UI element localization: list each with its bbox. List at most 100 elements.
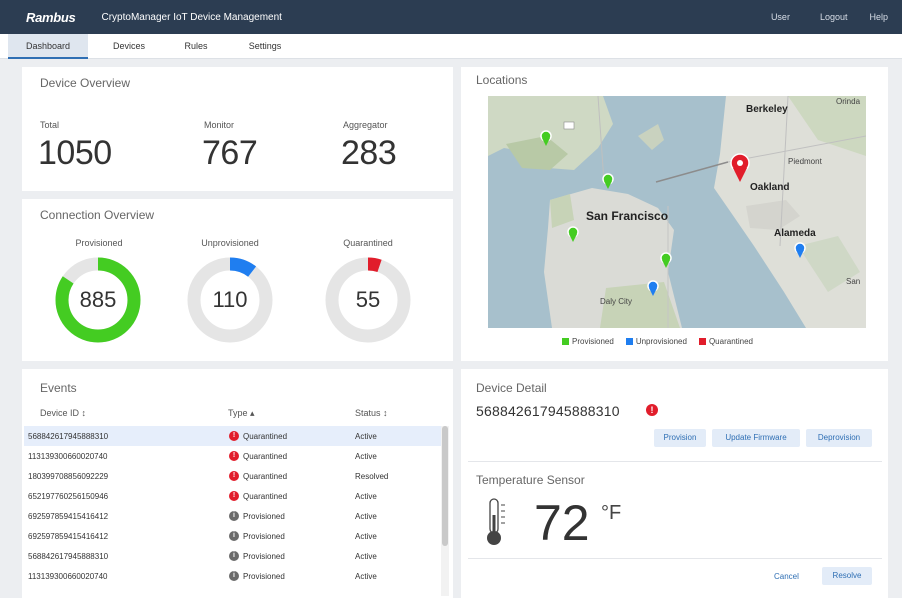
row-status: Active [355,552,377,561]
map-highway-shield [563,121,575,130]
help-link[interactable]: Help [869,12,888,22]
map-label-orinda: Orinda [836,97,861,106]
row-type: Provisioned [243,512,285,521]
cancel-button[interactable]: Cancel [774,572,799,581]
alert-icon: ! [229,491,239,501]
table-row[interactable]: 692597859415416412 i Provisioned Active [24,506,443,526]
temperature-sensor-title: Temperature Sensor [476,473,585,487]
legend-quarantined: Quarantined [698,337,753,346]
device-detail-id: 568842617945888310 [476,403,620,419]
legend-provisioned: Provisioned [562,337,614,346]
table-row[interactable]: 692597859415416412 i Provisioned Active [24,526,443,546]
row-device-id: 692597859415416412 [28,512,109,521]
resolve-button[interactable]: Resolve [822,567,872,585]
row-status: Active [355,512,377,521]
row-status: Active [355,452,377,461]
device-overview-title: Device Overview [40,76,131,90]
row-status: Active [355,432,377,441]
table-row[interactable]: 180399708856092229! Quarantined Resolved [24,466,443,486]
map-label-oakland: Oakland [750,182,789,193]
row-status: Active [355,492,377,501]
table-row[interactable]: 113139300660020740 i Provisioned Active [24,566,443,586]
row-type: Provisioned [243,532,285,541]
user-link[interactable]: User [771,12,790,22]
info-icon: i [229,571,239,581]
row-status: Resolved [355,472,389,481]
row-device-id: 180399708856092229 [28,472,109,481]
row-device-id: 113139300660020740 [28,452,108,461]
map-label-alameda: Alameda [774,228,816,239]
map-label-piedmont: Piedmont [788,157,823,166]
connection-overview-title: Connection Overview [40,208,155,222]
donut-unprovisioned-label: Unprovisioned [201,238,259,248]
map-legend: Provisioned Unprovisioned Quarantined [562,337,765,346]
row-device-id: 568842617945888310 [28,552,109,561]
row-type: Quarantined [243,472,288,481]
tab-settings[interactable]: Settings [232,34,298,59]
column-status[interactable]: Status ↕ [355,408,388,418]
alert-icon: ! [646,404,658,416]
alert-icon: ! [229,451,239,461]
events-scrollbar-thumb[interactable] [442,426,448,546]
map-label-daly-city: Daly City [600,297,632,306]
stat-total-label: Total [40,120,60,130]
column-type[interactable]: Type ▴ [228,408,255,419]
donut-quarantined-value: 55 [355,287,381,312]
info-icon: i [229,511,239,521]
top-links: User Logout Help [771,12,902,22]
stat-aggregator-value: 283 [341,134,397,172]
row-type: Quarantined [243,432,288,441]
table-row[interactable]: 568842617945888310! Quarantined Active [24,426,443,446]
events-title: Events [40,381,77,395]
row-device-id: 568842617945888310 [28,432,109,441]
device-detail-title: Device Detail [476,381,547,395]
temperature-unit: °F [601,502,622,524]
map-label-san-francisco: San Francisco [586,209,668,223]
donut-unprovisioned-value: 110 [212,287,248,312]
stat-monitor-label: Monitor [204,120,235,130]
row-device-id: 113139300660020740 [28,572,108,581]
donut-provisioned-label: Provisioned [75,238,123,248]
row-type: Provisioned [243,572,285,581]
map-label-san: San [846,277,860,286]
info-icon: i [229,531,239,541]
temperature-value: 72 [534,495,590,551]
logout-link[interactable]: Logout [820,12,848,22]
row-type: Quarantined [243,452,288,461]
tab-bar: Dashboard Devices Rules Settings [0,34,902,59]
legend-unprovisioned: Unprovisioned [625,337,687,346]
deprovision-button[interactable]: Deprovision [806,429,872,447]
map-graphic: Berkeley Orinda Oakland Piedmont San Fra… [488,96,866,328]
stat-monitor-value: 767 [202,134,258,172]
row-type: Provisioned [243,552,285,561]
donut-quarantined-label: Quarantined [343,238,393,248]
map-label-berkeley: Berkeley [746,104,788,115]
provision-button[interactable]: Provision [654,429,706,447]
stat-aggregator-label: Aggregator [343,120,388,130]
table-row[interactable]: 113139300660020740! Quarantined Active [24,446,443,466]
thermometer-icon [487,498,505,545]
tab-devices[interactable]: Devices [98,34,160,59]
column-device-id[interactable]: Device ID ↕ [40,408,86,418]
update-firmware-button[interactable]: Update Firmware [712,429,800,447]
row-status: Active [355,532,377,541]
stat-total-value: 1050 [38,134,112,172]
top-navigation-bar: Rambus CryptoManager IoT Device Manageme… [0,0,902,34]
brand-logo[interactable]: Rambus [26,10,76,25]
alert-icon: ! [229,431,239,441]
info-icon: i [229,551,239,561]
row-device-id: 652197760256150946 [28,492,109,501]
detail-divider [468,461,882,462]
tab-rules[interactable]: Rules [170,34,222,59]
tab-dashboard[interactable]: Dashboard [8,34,88,59]
table-row[interactable]: 568842617945888310 i Provisioned Active [24,546,443,566]
app-title: CryptoManager IoT Device Management [101,11,282,23]
footer-divider [468,558,882,559]
row-type: Quarantined [243,492,288,501]
row-status: Active [355,572,377,581]
donut-provisioned-value: 885 [79,287,117,312]
table-row[interactable]: 652197760256150946! Quarantined Active [24,486,443,506]
alert-icon: ! [229,471,239,481]
locations-title: Locations [476,73,528,87]
locations-map[interactable]: Berkeley Orinda Oakland Piedmont San Fra… [488,96,866,328]
